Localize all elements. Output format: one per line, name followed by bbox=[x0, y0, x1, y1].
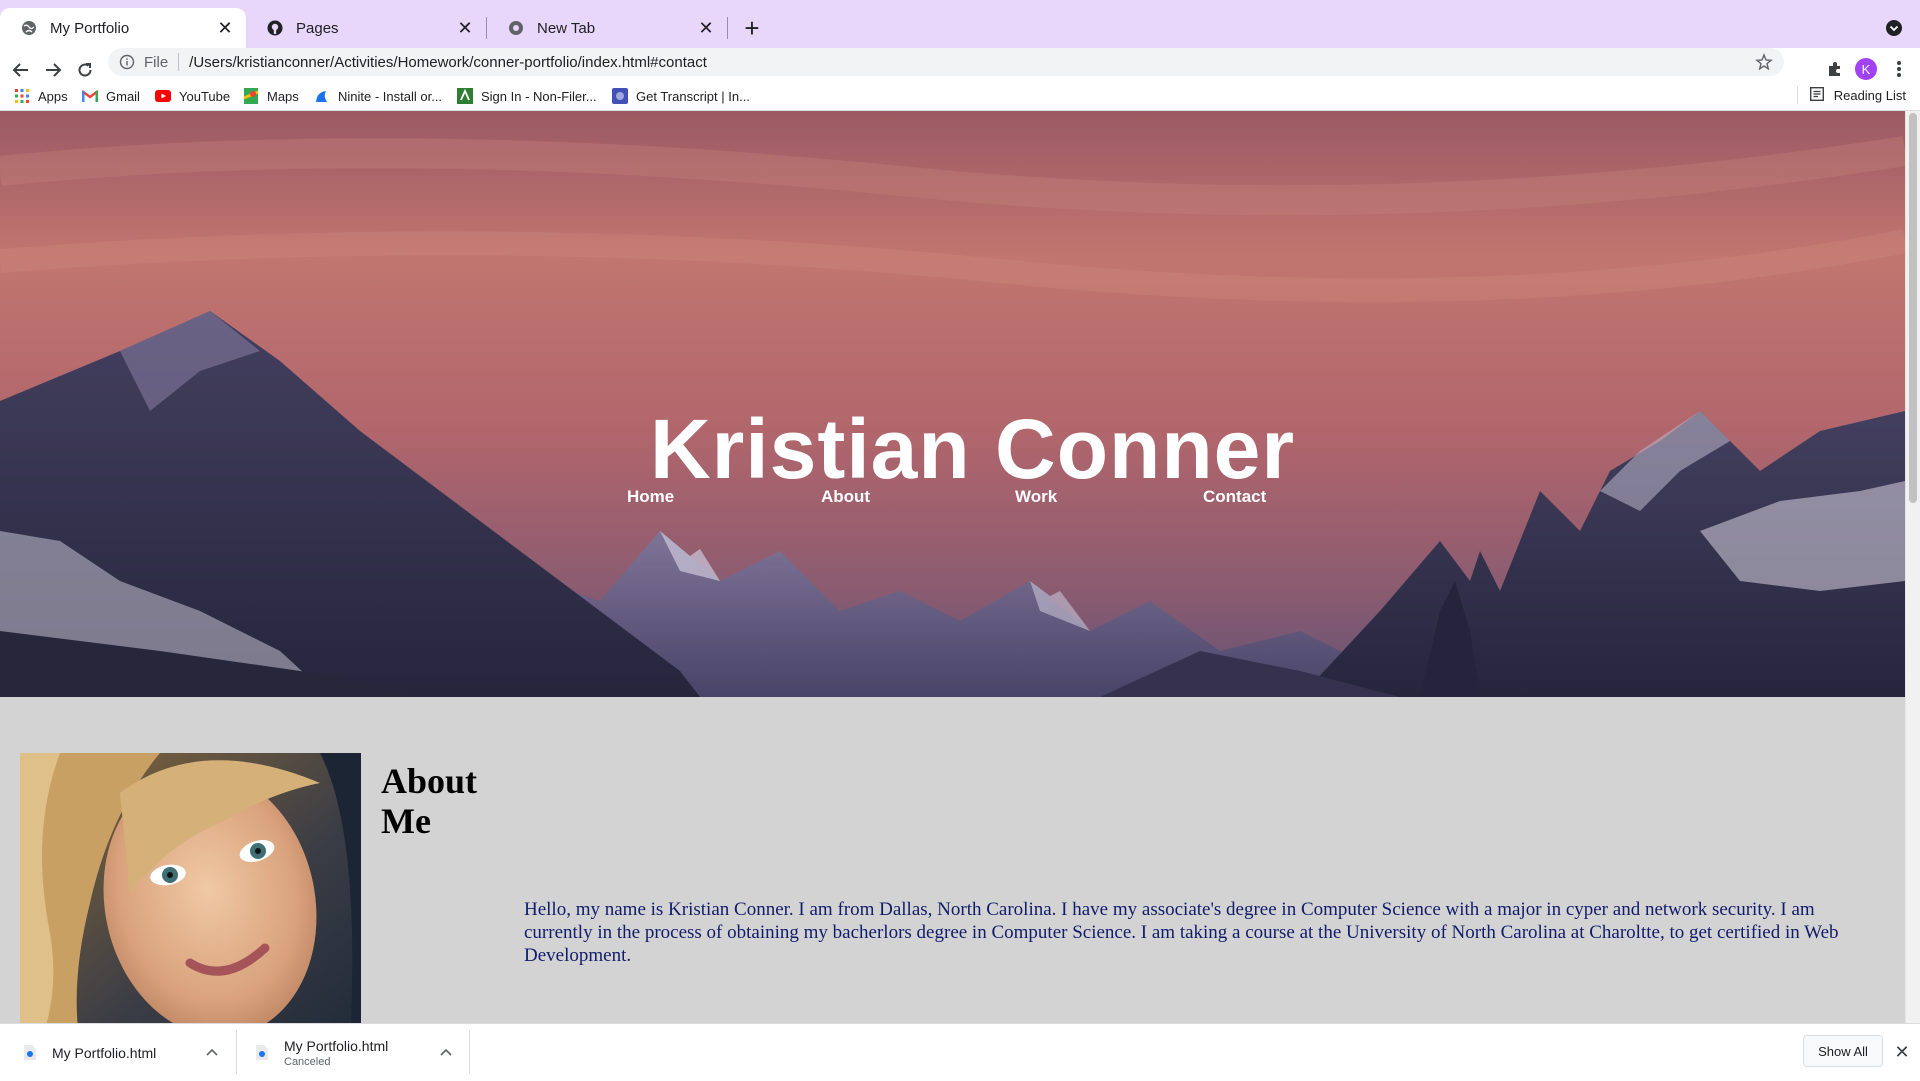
html-file-icon bbox=[22, 1044, 38, 1062]
page-scrollbar[interactable] bbox=[1905, 111, 1920, 1023]
download-divider bbox=[236, 1030, 237, 1074]
new-tab-button[interactable]: + bbox=[736, 12, 768, 44]
reading-list-label: Reading List bbox=[1833, 87, 1906, 103]
bookmark-label: Get Transcript | In... bbox=[636, 88, 750, 104]
profile-photo bbox=[20, 753, 361, 1023]
reading-list-icon bbox=[1809, 87, 1826, 103]
bookmarks-divider bbox=[1796, 86, 1798, 104]
scrollbar-thumb[interactable] bbox=[1909, 113, 1917, 503]
download-info: My Portfolio.html Canceled bbox=[284, 1038, 388, 1068]
nav-home-link[interactable]: Home bbox=[627, 487, 674, 507]
back-arrow-icon bbox=[12, 63, 28, 77]
reload-icon bbox=[78, 63, 92, 77]
tab-separator bbox=[727, 17, 728, 39]
bookmark-label: Gmail bbox=[106, 88, 140, 104]
address-bar[interactable]: File /Users/kristianconner/Activities/Ho… bbox=[108, 48, 1784, 76]
url-text[interactable]: /Users/kristianconner/Activities/Homewor… bbox=[189, 54, 707, 71]
download-status: Canceled bbox=[284, 1055, 331, 1068]
close-icon[interactable]: ✕ bbox=[695, 17, 717, 39]
nav-work-link[interactable]: Work bbox=[1015, 487, 1057, 507]
hero-title: Kristian Conner bbox=[0, 401, 1905, 498]
about-heading-line2: Me bbox=[381, 801, 431, 841]
bookmark-apps[interactable]: Apps bbox=[14, 86, 68, 106]
download-shelf: My Portfolio.html My Portfolio.html Canc… bbox=[0, 1023, 1920, 1081]
bookmarks-bar: Apps Gmail YouTube Maps Ninite - Install… bbox=[0, 80, 1920, 111]
bookmark-label: Ninite - Install or... bbox=[338, 88, 443, 104]
tab-strip: My Portfolio ✕ Pages ✕ New Tab ✕ + bbox=[0, 0, 1920, 48]
maps-icon bbox=[243, 88, 259, 104]
tab-title: Pages bbox=[296, 19, 339, 37]
gmail-icon bbox=[82, 88, 98, 104]
bookmark-youtube[interactable]: YouTube bbox=[155, 86, 230, 106]
about-section: About Me Hello, my name is Kristian Conn… bbox=[0, 697, 1905, 1023]
youtube-icon bbox=[155, 88, 171, 104]
profile-avatar[interactable]: K bbox=[1855, 58, 1877, 80]
about-paragraph: Hello, my name is Kristian Conner. I am … bbox=[524, 899, 1839, 966]
about-heading-line1: About bbox=[381, 761, 478, 801]
bookmark-transcript[interactable]: Get Transcript | In... bbox=[612, 86, 750, 106]
omnibox-divider bbox=[178, 53, 180, 71]
tab-title: New Tab bbox=[537, 19, 596, 37]
main-nav: Home About Work Contact bbox=[0, 487, 1905, 511]
download-divider bbox=[469, 1030, 470, 1074]
scheme-label: File bbox=[144, 53, 169, 71]
bookmark-label: Apps bbox=[38, 88, 68, 104]
irs-icon bbox=[457, 88, 473, 104]
bookmark-irs[interactable]: Sign In - Non-Filer... bbox=[457, 86, 597, 106]
bookmark-gmail[interactable]: Gmail bbox=[82, 86, 140, 106]
transcript-icon bbox=[612, 88, 628, 104]
show-all-button[interactable]: Show All bbox=[1803, 1035, 1883, 1067]
download-item[interactable]: My Portfolio.html bbox=[22, 1024, 232, 1081]
chevron-up-icon[interactable] bbox=[202, 1042, 222, 1062]
close-icon[interactable]: ✕ bbox=[214, 17, 236, 39]
chrome-icon bbox=[507, 19, 525, 37]
bookmark-ninite[interactable]: Ninite - Install or... bbox=[314, 86, 442, 106]
ninite-icon bbox=[314, 88, 330, 104]
globe-icon bbox=[20, 19, 38, 37]
hero-banner: Kristian Conner Home About Work Contact bbox=[0, 111, 1905, 697]
download-filename: My Portfolio.html bbox=[52, 1044, 157, 1061]
nav-contact-link[interactable]: Contact bbox=[1203, 487, 1266, 507]
nav-about-link[interactable]: About bbox=[821, 487, 870, 507]
tab-my-portfolio[interactable]: My Portfolio ✕ bbox=[0, 8, 246, 48]
download-filename: My Portfolio.html bbox=[284, 1037, 389, 1054]
chevron-up-icon[interactable] bbox=[436, 1042, 456, 1062]
bookmark-label: YouTube bbox=[179, 88, 231, 104]
download-item[interactable]: My Portfolio.html Canceled bbox=[254, 1024, 469, 1081]
forward-arrow-icon bbox=[46, 63, 62, 77]
site-info-icon[interactable] bbox=[118, 53, 136, 71]
html-file-icon bbox=[254, 1044, 270, 1062]
tab-pages[interactable]: Pages ✕ bbox=[246, 8, 486, 48]
github-icon bbox=[266, 19, 284, 37]
tab-new-tab[interactable]: New Tab ✕ bbox=[487, 8, 727, 48]
reading-list-button[interactable]: Reading List bbox=[1796, 86, 1906, 104]
hero-title-text: Kristian Conner bbox=[649, 402, 1296, 496]
tab-search-icon[interactable] bbox=[1878, 12, 1910, 44]
close-icon[interactable]: ✕ bbox=[1890, 1040, 1914, 1064]
about-heading: About Me bbox=[381, 761, 501, 841]
close-icon[interactable]: ✕ bbox=[454, 17, 476, 39]
bookmark-label: Sign In - Non-Filer... bbox=[481, 88, 597, 104]
tab-title: My Portfolio bbox=[50, 19, 130, 37]
bookmark-star-icon[interactable] bbox=[1754, 52, 1774, 72]
page-viewport: Kristian Conner Home About Work Contact bbox=[0, 111, 1905, 1023]
bookmark-maps[interactable]: Maps bbox=[243, 86, 299, 106]
bookmark-label: Maps bbox=[267, 88, 299, 104]
apps-grid-icon bbox=[14, 88, 30, 104]
